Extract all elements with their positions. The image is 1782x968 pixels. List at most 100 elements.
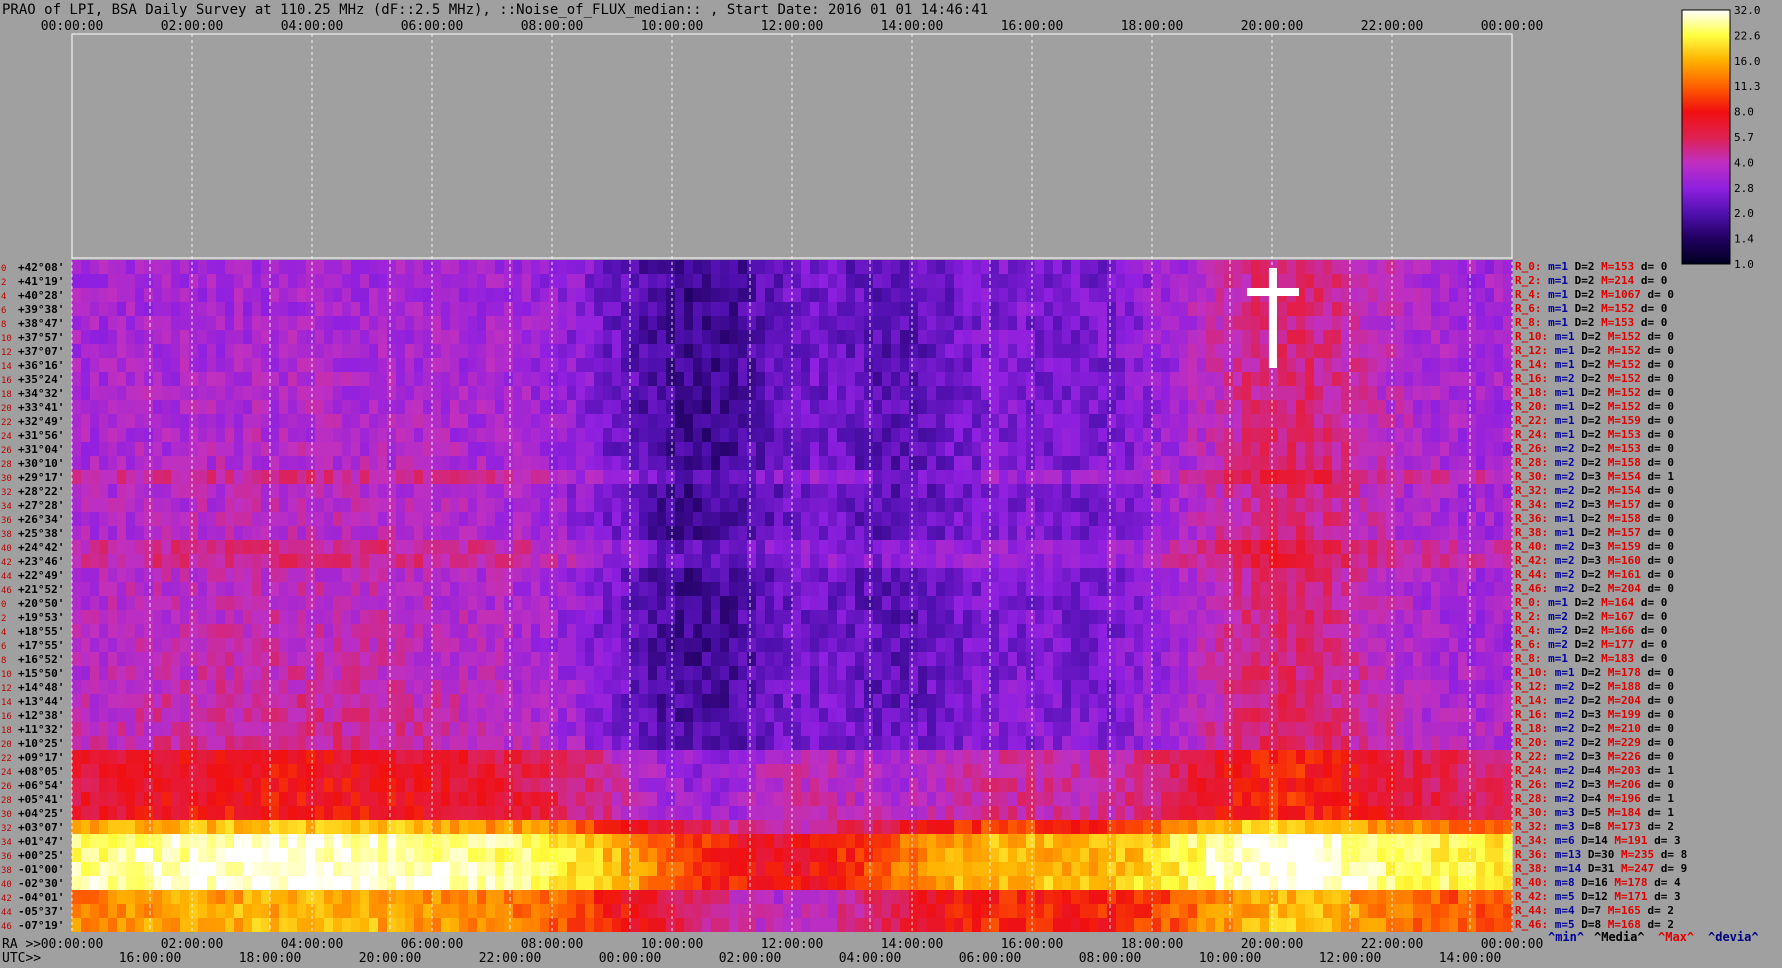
heatmap-cell <box>468 652 478 666</box>
heatmap-cell <box>108 470 118 484</box>
heatmap-cell <box>648 498 658 512</box>
heatmap-cell <box>1341 554 1351 568</box>
heatmap-cell <box>1170 330 1180 344</box>
heatmap-cell <box>972 484 982 498</box>
heatmap-cell <box>1404 316 1414 330</box>
heatmap-cell <box>90 512 100 526</box>
heatmap-cell <box>315 330 325 344</box>
heatmap-cell <box>774 386 784 400</box>
heatmap-cell <box>1458 372 1468 386</box>
heatmap-cell <box>1476 596 1486 610</box>
heatmap-cell <box>855 456 865 470</box>
heatmap-cell <box>1422 428 1432 442</box>
heatmap-cell <box>405 470 415 484</box>
heatmap-cell <box>396 274 406 288</box>
heatmap-cell <box>1314 582 1324 596</box>
heatmap-cell <box>1332 540 1342 554</box>
heatmap-cell <box>1503 526 1513 540</box>
heatmap-cell <box>261 288 271 302</box>
heatmap-cell <box>180 638 190 652</box>
heatmap-cell <box>531 680 541 694</box>
heatmap-cell <box>1368 428 1378 442</box>
heatmap-cell <box>1494 554 1504 568</box>
heatmap-cell <box>675 260 685 274</box>
heatmap-cell <box>180 470 190 484</box>
heatmap-cell <box>1467 330 1477 344</box>
heatmap-cell <box>333 442 343 456</box>
heatmap-cell <box>504 386 514 400</box>
heatmap-cell <box>135 694 145 708</box>
heatmap-cell <box>1350 316 1360 330</box>
heatmap-cell <box>738 638 748 652</box>
heatmap-cell <box>441 666 451 680</box>
heatmap-cell <box>135 666 145 680</box>
heatmap-cell <box>855 484 865 498</box>
heatmap-cell <box>1314 260 1324 274</box>
heatmap-cell <box>999 442 1009 456</box>
heatmap-cell <box>693 358 703 372</box>
heatmap-cell <box>1467 512 1477 526</box>
heatmap-cell <box>1161 680 1171 694</box>
heatmap-cell <box>135 568 145 582</box>
heatmap-cell <box>801 512 811 526</box>
heatmap-cell <box>1026 582 1036 596</box>
heatmap-cell <box>1044 456 1054 470</box>
heatmap-cell <box>1098 666 1108 680</box>
heatmap-cell <box>1458 652 1468 666</box>
heatmap-cell <box>1017 680 1027 694</box>
heatmap-cell <box>828 442 838 456</box>
heatmap-cell <box>270 470 280 484</box>
heatmap-cell <box>495 498 505 512</box>
heatmap-cell <box>1431 274 1441 288</box>
heatmap-cell <box>108 358 118 372</box>
heatmap-cell <box>549 344 559 358</box>
heatmap-cell <box>1377 582 1387 596</box>
heatmap-cell <box>1206 582 1216 596</box>
heatmap-cell <box>1458 610 1468 624</box>
heatmap-cell <box>684 652 694 666</box>
heatmap-cell <box>1089 470 1099 484</box>
heatmap-cell <box>576 680 586 694</box>
heatmap-cell <box>612 456 622 470</box>
heatmap-cell <box>180 400 190 414</box>
heatmap-cell <box>837 414 847 428</box>
heatmap-cell <box>180 428 190 442</box>
heatmap-cell <box>711 428 721 442</box>
heatmap-cell <box>477 540 487 554</box>
heatmap-cell <box>1404 456 1414 470</box>
heatmap-cell <box>324 372 334 386</box>
heatmap-cell <box>711 540 721 554</box>
heatmap-cell <box>162 386 172 400</box>
heatmap-cell <box>315 526 325 540</box>
heatmap-cell <box>1143 274 1153 288</box>
heatmap-cell <box>1341 400 1351 414</box>
heatmap-cell <box>135 526 145 540</box>
heatmap-cell <box>1440 260 1450 274</box>
heatmap-cell <box>387 596 397 610</box>
heatmap-cell <box>1125 302 1135 316</box>
heatmap-cell <box>1107 568 1117 582</box>
heatmap-cell <box>504 652 514 666</box>
heatmap-cell <box>603 498 613 512</box>
heatmap-cell <box>567 652 577 666</box>
heatmap-cell <box>207 330 217 344</box>
heatmap-cell <box>1332 484 1342 498</box>
heatmap-cell <box>423 428 433 442</box>
heatmap-cell <box>711 274 721 288</box>
heatmap-cell <box>144 316 154 330</box>
heatmap-cell <box>351 526 361 540</box>
heatmap-cell <box>450 456 460 470</box>
heatmap-cell <box>810 330 820 344</box>
heatmap-cell <box>360 344 370 358</box>
heatmap-cell <box>1323 638 1333 652</box>
heatmap-cell <box>432 582 442 596</box>
heatmap-cell <box>441 456 451 470</box>
heatmap-cell <box>1035 624 1045 638</box>
heatmap-cell <box>342 554 352 568</box>
heatmap-cell <box>1494 344 1504 358</box>
heatmap-cell <box>108 400 118 414</box>
heatmap-cell <box>1152 512 1162 526</box>
heatmap-cell <box>1485 610 1495 624</box>
heatmap-cell <box>1242 428 1252 442</box>
heatmap-cell <box>900 330 910 344</box>
